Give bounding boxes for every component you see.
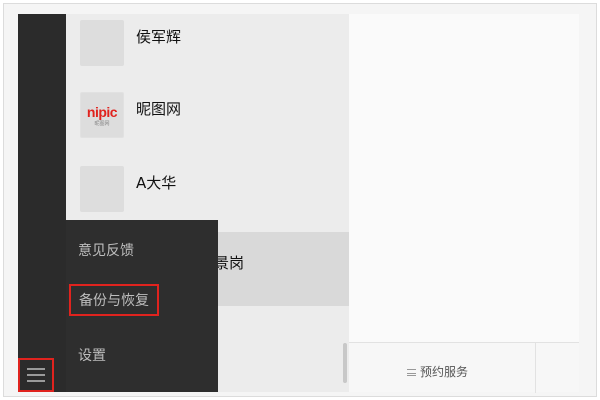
menu-item-backup-restore[interactable]: 备份与恢复 <box>69 284 159 316</box>
toolbar-divider <box>535 343 536 393</box>
contact-item[interactable]: 侯军辉 <box>66 10 349 82</box>
service-button[interactable]: 预约服务 <box>407 363 468 380</box>
contact-name: A大华 <box>136 174 177 192</box>
portrait-avatar <box>80 20 124 66</box>
menu-item-feedback[interactable]: 意见反馈 <box>78 240 134 260</box>
contact-name: 景岗 <box>214 254 245 272</box>
main-menu-popup: 意见反馈 备份与恢复 设置 <box>66 220 218 392</box>
contact-name: 昵图网 <box>136 100 182 118</box>
contact-item[interactable]: A大华 <box>66 156 349 228</box>
menu-hamburger-icon[interactable] <box>18 358 54 392</box>
nipic-logo-avatar: nipic 昵图网 <box>80 92 124 138</box>
contact-name: 侯军辉 <box>136 28 182 46</box>
masked-girl-avatar <box>80 166 124 212</box>
nipic-logo-text: nipic <box>86 103 118 120</box>
nav-sidebar <box>18 14 66 392</box>
scrollbar[interactable] <box>343 343 347 383</box>
service-label: 预约服务 <box>420 365 469 379</box>
chat-area <box>349 14 579 342</box>
bottom-toolbar: 预约服务 <box>349 342 579 393</box>
nipic-logo-sub: 昵图网 <box>94 120 110 127</box>
contact-item[interactable]: nipic 昵图网 昵图网 <box>66 82 349 154</box>
menu-lines-icon <box>407 369 416 376</box>
menu-item-settings[interactable]: 设置 <box>78 345 106 365</box>
